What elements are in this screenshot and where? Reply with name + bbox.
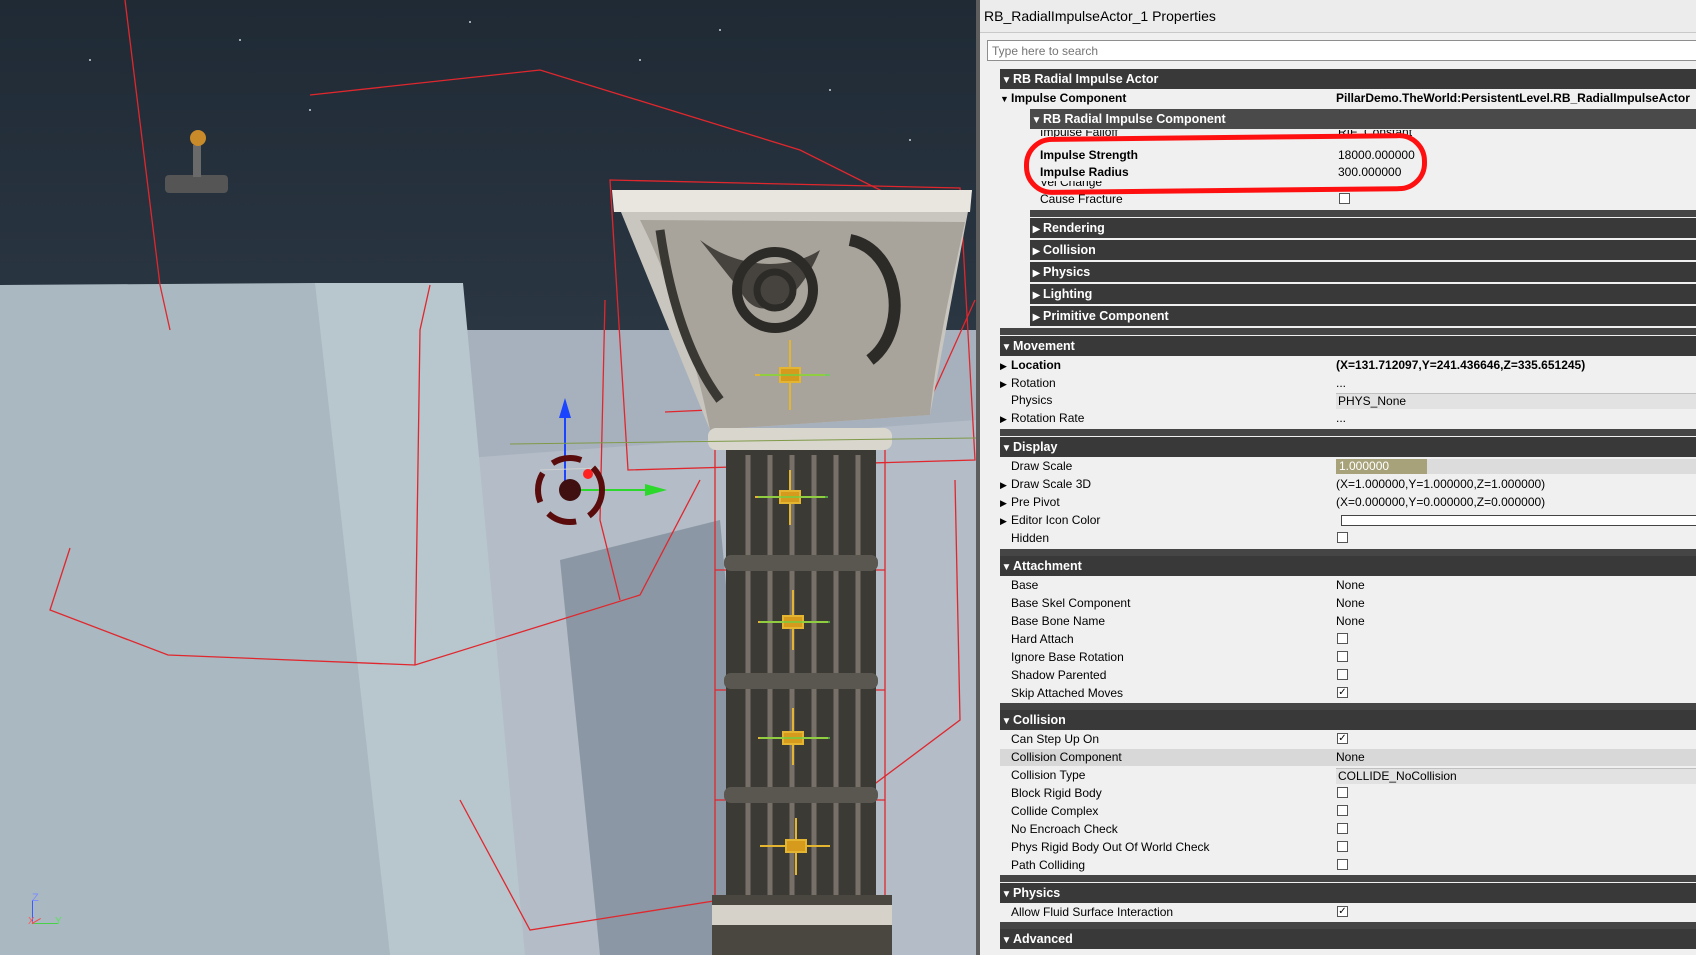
category-movement[interactable]: ▼ Movement bbox=[1000, 336, 1696, 356]
property-draw-scale-3d[interactable]: ▶ Draw Scale 3D (X=1.000000,Y=1.000000,Z=… bbox=[1000, 476, 1696, 493]
property-physics[interactable]: Physics PHYS_None bbox=[1000, 392, 1696, 409]
property-base-bone-name[interactable]: Base Bone Name None bbox=[1000, 613, 1696, 630]
collapsed-triangle-icon: ▶ bbox=[1032, 290, 1041, 301]
section-separator bbox=[1000, 922, 1696, 929]
no-encroach-check-checkbox[interactable] bbox=[1337, 823, 1348, 834]
draw-scale-slider[interactable]: 1.000000 bbox=[1336, 459, 1696, 474]
section-separator bbox=[1000, 328, 1696, 335]
expanded-triangle-icon: ▼ bbox=[1001, 75, 1012, 86]
hidden-checkbox[interactable] bbox=[1337, 532, 1348, 543]
property-hard-attach[interactable]: Hard Attach bbox=[1000, 631, 1696, 648]
property-skip-attached-moves[interactable]: Skip Attached Moves ✓ bbox=[1000, 685, 1696, 702]
section-separator bbox=[1000, 875, 1696, 882]
allow-fluid-surface-interaction-checkbox[interactable]: ✓ bbox=[1337, 906, 1348, 917]
section-separator bbox=[1000, 429, 1696, 436]
property-base[interactable]: Base None bbox=[1000, 577, 1696, 594]
category-primitive-component[interactable]: ▶ Primitive Component bbox=[1030, 306, 1696, 326]
expanded-triangle-icon: ▼ bbox=[1001, 443, 1012, 454]
collapsed-triangle-icon: ▶ bbox=[1000, 498, 1007, 508]
collide-complex-checkbox[interactable] bbox=[1337, 805, 1348, 816]
section-separator bbox=[1030, 210, 1696, 217]
can-step-up-on-checkbox[interactable]: ✓ bbox=[1337, 733, 1348, 744]
collapsed-triangle-icon: ▶ bbox=[1032, 246, 1041, 257]
property-ignore-base-rotation[interactable]: Ignore Base Rotation bbox=[1000, 649, 1696, 666]
property-allow-fluid-surface-interaction[interactable]: Allow Fluid Surface Interaction ✓ bbox=[1000, 904, 1696, 921]
panel-title: RB_RadialImpulseActor_1 Properties bbox=[980, 0, 1696, 33]
category-rb-radial-impulse-actor[interactable]: ▼ RB Radial Impulse Actor bbox=[1000, 69, 1696, 89]
cause-fracture-checkbox[interactable] bbox=[1339, 193, 1350, 204]
property-can-step-up-on[interactable]: Can Step Up On ✓ bbox=[1000, 731, 1696, 748]
category-attachment[interactable]: ▼ Attachment bbox=[1000, 556, 1696, 576]
expanded-triangle-icon: ▼ bbox=[1001, 562, 1012, 573]
section-separator bbox=[1000, 703, 1696, 710]
axis-indicator: Z X Y bbox=[28, 892, 70, 938]
category-physics[interactable]: ▼ Physics bbox=[1000, 883, 1696, 903]
editor-viewport[interactable]: Z X Y bbox=[0, 0, 976, 955]
sky-stars bbox=[89, 21, 911, 141]
property-collision-component[interactable]: Collision Component None bbox=[1000, 749, 1696, 766]
property-base-skel-component[interactable]: Base Skel Component None bbox=[1000, 595, 1696, 612]
section-separator bbox=[1000, 549, 1696, 556]
path-colliding-checkbox[interactable] bbox=[1337, 859, 1348, 870]
category-lighting[interactable]: ▶ Lighting bbox=[1030, 284, 1696, 304]
viewport-scene bbox=[0, 0, 976, 955]
category-rb-radial-impulse-component[interactable]: ▼ RB Radial Impulse Component bbox=[1030, 109, 1696, 129]
search-input[interactable] bbox=[987, 40, 1696, 61]
property-cause-fracture[interactable]: Cause Fracture bbox=[1030, 191, 1696, 208]
shadow-parented-checkbox[interactable] bbox=[1337, 669, 1348, 680]
expanded-triangle-icon: ▼ bbox=[1000, 94, 1009, 104]
category-collision-sub[interactable]: ▶ Collision bbox=[1030, 240, 1696, 260]
property-hidden[interactable]: Hidden bbox=[1000, 530, 1696, 547]
property-location[interactable]: ▶ Location (X=131.712097,Y=241.436646,Z=3… bbox=[1000, 357, 1696, 374]
category-advanced[interactable]: ▼ Advanced bbox=[1000, 929, 1696, 949]
editor-icon-color-swatch[interactable] bbox=[1341, 515, 1696, 526]
property-shadow-parented[interactable]: Shadow Parented bbox=[1000, 667, 1696, 684]
property-editor-icon-color[interactable]: ▶ Editor Icon Color bbox=[1000, 512, 1696, 529]
property-vel-change[interactable]: Vel Change bbox=[1030, 181, 1696, 191]
property-rotation[interactable]: ▶ Rotation ... bbox=[1000, 375, 1696, 392]
category-collision[interactable]: ▼ Collision bbox=[1000, 710, 1696, 730]
category-physics-sub[interactable]: ▶ Physics bbox=[1030, 262, 1696, 282]
property-impulse-falloff[interactable]: Impulse Falloff RIF_Constant bbox=[1030, 130, 1696, 142]
property-impulse-radius[interactable]: Impulse Radius 300.000000 bbox=[1030, 164, 1696, 181]
properties-panel: RB_RadialImpulseActor_1 Properties ▼RB R… bbox=[980, 0, 1696, 955]
expanded-triangle-icon: ▼ bbox=[1001, 889, 1012, 900]
collapsed-triangle-icon: ▶ bbox=[1000, 361, 1007, 371]
collapsed-triangle-icon: ▶ bbox=[1000, 379, 1007, 389]
collapsed-triangle-icon: ▶ bbox=[1032, 224, 1041, 235]
property-impulse-strength[interactable]: Impulse Strength 18000.000000 bbox=[1030, 147, 1696, 164]
category-display[interactable]: ▼ Display bbox=[1000, 437, 1696, 457]
axis-z-label: Z bbox=[32, 892, 39, 904]
expanded-triangle-icon: ▼ bbox=[1001, 342, 1012, 353]
axis-x-label: X bbox=[28, 916, 35, 927]
property-block-rigid-body[interactable]: Block Rigid Body bbox=[1000, 785, 1696, 802]
property-draw-scale[interactable]: Draw Scale 1.000000 bbox=[1000, 458, 1696, 475]
collapsed-triangle-icon: ▶ bbox=[1000, 516, 1007, 526]
ignore-base-rotation-checkbox[interactable] bbox=[1337, 651, 1348, 662]
axis-y-label: Y bbox=[55, 916, 62, 927]
expanded-triangle-icon: ▼ bbox=[1031, 115, 1042, 126]
hard-attach-checkbox[interactable] bbox=[1337, 633, 1348, 644]
expanded-triangle-icon: ▼ bbox=[1001, 935, 1012, 946]
collapsed-triangle-icon: ▶ bbox=[1000, 480, 1007, 490]
property-collision-type[interactable]: Collision Type COLLIDE_NoCollision bbox=[1000, 767, 1696, 784]
collapsed-triangle-icon: ▶ bbox=[1032, 312, 1041, 323]
property-rotation-rate[interactable]: ▶ Rotation Rate ... bbox=[1000, 410, 1696, 427]
block-rigid-body-checkbox[interactable] bbox=[1337, 787, 1348, 798]
property-pre-pivot[interactable]: ▶ Pre Pivot (X=0.000000,Y=0.000000,Z=0.00… bbox=[1000, 494, 1696, 511]
phys-rigid-body-out-of-world-check-checkbox[interactable] bbox=[1337, 841, 1348, 852]
property-collide-complex[interactable]: Collide Complex bbox=[1000, 803, 1696, 820]
distant-pedestal bbox=[165, 130, 228, 193]
property-no-encroach-check[interactable]: No Encroach Check bbox=[1000, 821, 1696, 838]
expanded-triangle-icon: ▼ bbox=[1001, 716, 1012, 727]
category-rendering[interactable]: ▶ Rendering bbox=[1030, 218, 1696, 238]
collapsed-triangle-icon: ▶ bbox=[1000, 414, 1007, 424]
property-impulse-component[interactable]: ▼ Impulse Component PillarDemo.TheWorld:P… bbox=[1000, 90, 1696, 107]
property-path-colliding[interactable]: Path Colliding bbox=[1000, 857, 1696, 874]
skip-attached-moves-checkbox[interactable]: ✓ bbox=[1337, 687, 1348, 698]
property-phys-rigid-body-out-of-world-check[interactable]: Phys Rigid Body Out Of World Check bbox=[1000, 839, 1696, 856]
collapsed-triangle-icon: ▶ bbox=[1032, 268, 1041, 279]
